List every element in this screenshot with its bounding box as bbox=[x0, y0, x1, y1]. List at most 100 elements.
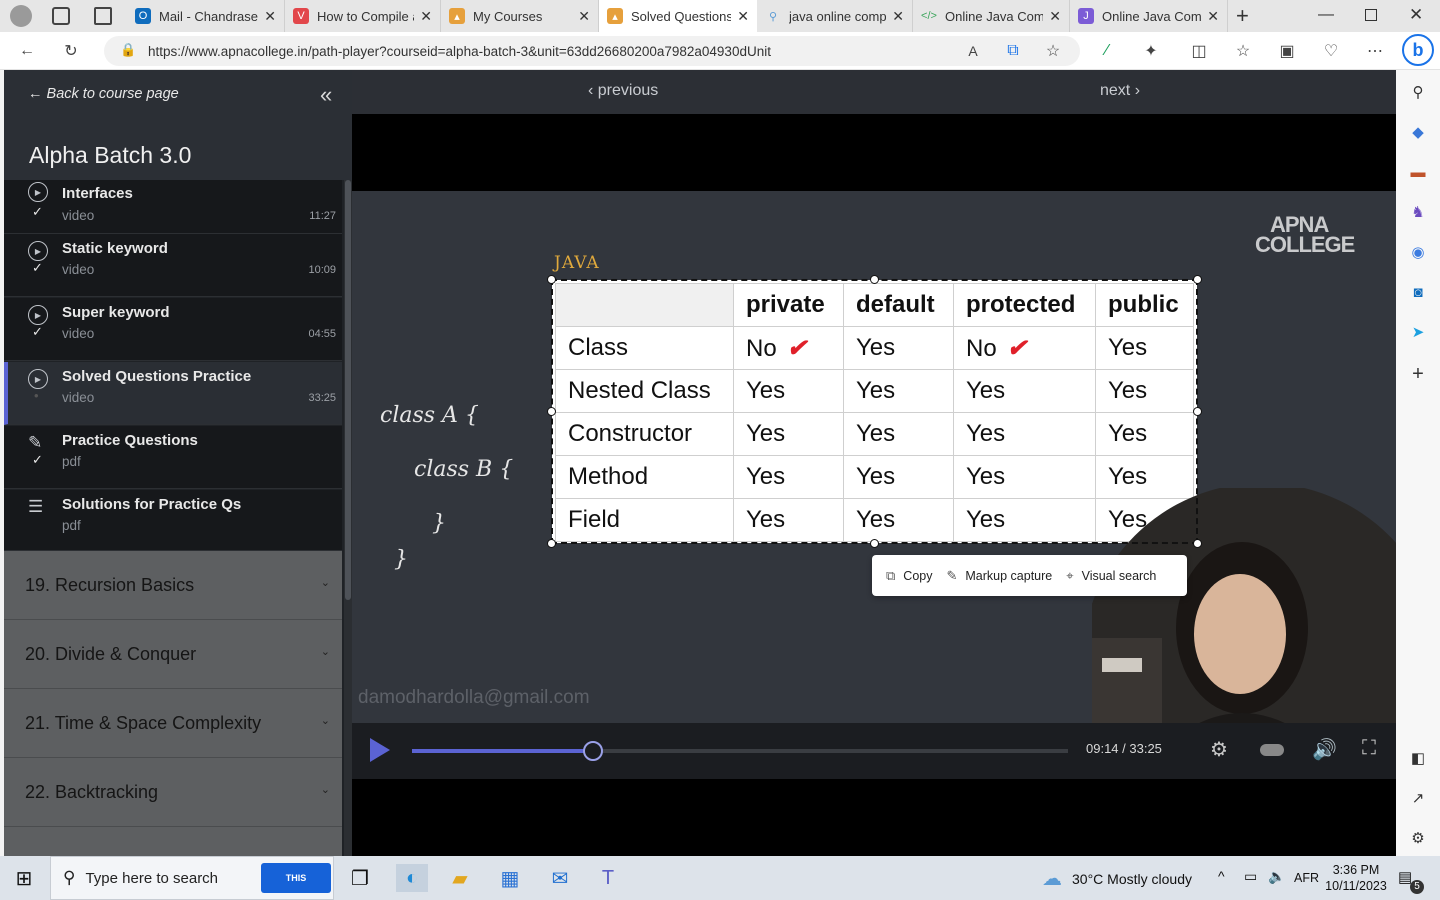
task-view-icon[interactable]: ❐ bbox=[346, 864, 374, 892]
games-icon[interactable]: ♞ bbox=[1408, 202, 1428, 222]
favorite-star-icon[interactable]: ☆ bbox=[1042, 40, 1064, 62]
collapse-sidebar-icon[interactable]: « bbox=[320, 82, 332, 108]
shopping-tag-icon[interactable]: ◆ bbox=[1408, 122, 1428, 142]
tab-compile[interactable]: V How to Compile a Java Program ✕ bbox=[285, 0, 441, 32]
profile-icon[interactable] bbox=[10, 5, 32, 27]
extension-pen-icon[interactable]: ⁄ bbox=[1096, 40, 1118, 62]
mail-icon[interactable]: ✉ bbox=[546, 864, 574, 892]
video-frame[interactable]: JAVA class A { class B { } } APNA COLLEG… bbox=[352, 191, 1396, 723]
close-icon[interactable]: ✕ bbox=[892, 8, 904, 25]
section-next-partial[interactable] bbox=[4, 827, 342, 856]
volume-icon[interactable]: 🔊 bbox=[1312, 737, 1337, 762]
volume-icon[interactable]: 🔈 bbox=[1268, 868, 1285, 885]
restore-icon[interactable] bbox=[1365, 9, 1377, 21]
visual-search-button[interactable]: Visual search bbox=[1082, 569, 1157, 583]
close-icon[interactable]: ✕ bbox=[420, 8, 432, 25]
resize-handle[interactable] bbox=[870, 539, 879, 548]
lesson-super-keyword[interactable]: ▶ Super keyword ✓ video 04:55 bbox=[4, 298, 342, 361]
lesson-solutions[interactable]: ☰ Solutions for Practice Qs pdf bbox=[4, 490, 342, 551]
settings-gear-icon[interactable]: ⚙ bbox=[1210, 737, 1228, 762]
edge-taskbar-icon[interactable]: ◐ bbox=[396, 864, 428, 892]
section-backtracking[interactable]: 22. Backtracking ⌄ bbox=[4, 758, 342, 827]
close-icon[interactable]: ✕ bbox=[1049, 8, 1061, 25]
seek-bar[interactable] bbox=[412, 741, 1068, 761]
drop-icon[interactable]: ➤ bbox=[1408, 322, 1428, 342]
lesson-static-keyword[interactable]: ▶ Static keyword ✓ video 10:09 bbox=[4, 234, 342, 297]
resize-handle[interactable] bbox=[547, 539, 556, 548]
lesson-solved-questions[interactable]: ▶ Solved Questions Practice • video 33:2… bbox=[4, 362, 342, 425]
external-link-icon[interactable]: ↗ bbox=[1408, 788, 1428, 808]
resize-handle[interactable] bbox=[547, 407, 556, 416]
file-explorer-icon[interactable]: ▰ bbox=[446, 864, 474, 892]
add-icon[interactable]: + bbox=[1408, 363, 1428, 385]
read-aloud-icon[interactable]: A bbox=[962, 40, 984, 62]
resize-handle[interactable] bbox=[547, 275, 556, 284]
tab-online-java-2[interactable]: J Online Java Compiler ✕ bbox=[1070, 0, 1228, 32]
tab-online-java-1[interactable]: </> Online Java Compiler ✕ bbox=[913, 0, 1070, 32]
workspaces-icon[interactable] bbox=[52, 7, 70, 25]
tab-actions-icon[interactable] bbox=[94, 7, 112, 25]
teams-icon[interactable]: T bbox=[594, 864, 622, 892]
section-divide-conquer[interactable]: 20. Divide & Conquer ⌄ bbox=[4, 620, 342, 689]
tab-java-search[interactable]: ⚲ java online compiler ✕ bbox=[757, 0, 913, 32]
store-icon[interactable]: ▦ bbox=[496, 864, 524, 892]
search-icon[interactable]: ⚲ bbox=[1408, 82, 1428, 102]
url-field[interactable]: 🔒 https://www.apnacollege.in/path-player… bbox=[104, 36, 1080, 66]
tab-solved-questions[interactable]: ▴ Solved Questions Practice ✕ bbox=[599, 0, 757, 32]
bing-copilot-icon[interactable]: b bbox=[1402, 34, 1434, 66]
network-icon[interactable]: ▭ bbox=[1244, 868, 1257, 885]
autoplay-toggle-icon[interactable] bbox=[1260, 744, 1284, 756]
resize-handle[interactable] bbox=[1193, 407, 1202, 416]
lesson-practice-questions[interactable]: ✎ Practice Questions ✓ pdf bbox=[4, 426, 342, 489]
new-tab-icon[interactable]: + bbox=[1236, 3, 1249, 29]
next-link[interactable]: next › bbox=[1100, 82, 1140, 100]
close-icon[interactable]: ✕ bbox=[737, 8, 749, 25]
seek-handle[interactable] bbox=[583, 741, 604, 761]
input-language[interactable]: AFR bbox=[1294, 871, 1319, 885]
tab-my-courses[interactable]: ▴ My Courses ✕ bbox=[441, 0, 599, 32]
back-to-course-link[interactable]: ← Back to course page bbox=[28, 86, 179, 102]
previous-link[interactable]: ‹ previous bbox=[588, 82, 658, 100]
lesson-interfaces[interactable]: ▶ Interfaces ✓ video 11:27 bbox=[4, 180, 342, 234]
minimize-icon[interactable]: — bbox=[1318, 6, 1334, 24]
markup-capture-button[interactable]: Markup capture bbox=[965, 569, 1052, 583]
fullscreen-icon[interactable]: ⛶ bbox=[1362, 737, 1376, 760]
outlook-icon[interactable]: ◙ bbox=[1408, 282, 1428, 302]
settings-gear-icon[interactable]: ⚙ bbox=[1408, 828, 1428, 848]
sidebar-scroll-thumb[interactable] bbox=[345, 180, 351, 600]
favorites-icon[interactable]: ☆ bbox=[1232, 40, 1254, 62]
section-label: 20. Divide & Conquer bbox=[25, 644, 197, 664]
weather-text[interactable]: 30°C Mostly cloudy bbox=[1072, 871, 1192, 887]
resize-handle[interactable] bbox=[1193, 275, 1202, 284]
sidebar-panel-icon[interactable]: ◧ bbox=[1408, 748, 1428, 768]
sidebar-header: ← Back to course page « Alpha Batch 3.0 bbox=[4, 70, 352, 180]
section-time-space[interactable]: 21. Time & Space Complexity ⌄ bbox=[4, 689, 342, 758]
app-available-icon[interactable]: ⧉ bbox=[1002, 40, 1024, 62]
tools-briefcase-icon[interactable]: ▬ bbox=[1408, 162, 1428, 182]
back-arrow-icon[interactable]: ← bbox=[16, 40, 38, 62]
copy-button[interactable]: Copy bbox=[903, 569, 932, 583]
browser-essentials-icon[interactable]: ♡ bbox=[1320, 40, 1342, 62]
settings-more-icon[interactable]: ⋯ bbox=[1364, 40, 1386, 62]
microsoft-365-icon[interactable]: ◉ bbox=[1408, 242, 1428, 262]
play-icon[interactable] bbox=[370, 738, 390, 762]
close-icon[interactable]: ✕ bbox=[578, 8, 590, 25]
split-screen-icon[interactable]: ◫ bbox=[1188, 40, 1210, 62]
collections-icon[interactable]: ▣ bbox=[1276, 40, 1298, 62]
extensions-icon[interactable]: ✦ bbox=[1140, 40, 1162, 62]
resize-handle[interactable] bbox=[870, 275, 879, 284]
apna-logo-line2: COLLEGE bbox=[1255, 232, 1355, 257]
clock[interactable]: 3:36 PM 10/11/2023 bbox=[1320, 862, 1392, 894]
bing-highlight[interactable]: THIS bbox=[261, 863, 331, 893]
resize-handle[interactable] bbox=[1193, 539, 1202, 548]
lock-icon[interactable]: 🔒 bbox=[120, 42, 136, 58]
tab-mail[interactable]: O Mail - Chandrasekhar ✕ bbox=[127, 0, 285, 32]
tray-chevron-icon[interactable]: ^ bbox=[1218, 868, 1225, 884]
refresh-icon[interactable]: ↻ bbox=[60, 40, 82, 62]
section-recursion[interactable]: 19. Recursion Basics ⌄ bbox=[4, 551, 342, 620]
windows-start-icon[interactable]: ⊞ bbox=[10, 864, 38, 892]
window-close-icon[interactable]: ✕ bbox=[1409, 5, 1423, 25]
screenshot-selection[interactable] bbox=[551, 279, 1198, 544]
close-icon[interactable]: ✕ bbox=[264, 8, 276, 25]
close-icon[interactable]: ✕ bbox=[1207, 8, 1219, 25]
